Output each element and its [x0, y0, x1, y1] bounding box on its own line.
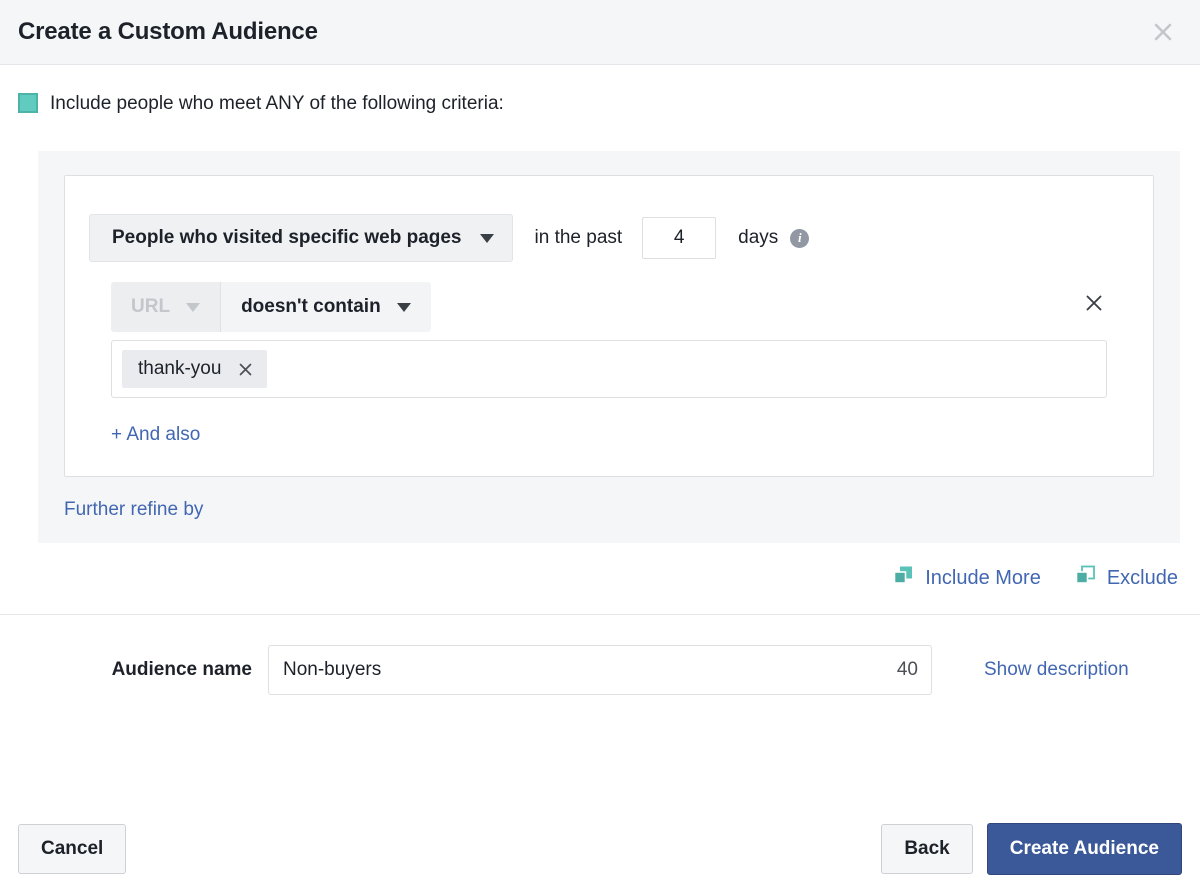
operator-dropdown-label: doesn't contain	[241, 296, 381, 318]
two-squares-filled-icon	[893, 565, 914, 592]
close-icon[interactable]	[1146, 15, 1180, 49]
audience-name-label: Audience name	[0, 659, 268, 681]
page-title: Create a Custom Audience	[18, 18, 318, 46]
timeframe-suffix-label: days	[738, 227, 778, 249]
value-token: thank-you	[122, 350, 267, 388]
exclude-label: Exclude	[1107, 567, 1178, 590]
field-dropdown-label: URL	[131, 296, 170, 318]
two-squares-outline-icon	[1075, 565, 1096, 592]
include-more-button[interactable]: Include More	[893, 565, 1041, 592]
show-description-link[interactable]: Show description	[984, 659, 1129, 681]
chevron-down-icon	[480, 234, 494, 243]
timeframe-prefix-label: in the past	[535, 227, 623, 249]
dialog-footer: Cancel Back Create Audience	[0, 814, 1200, 894]
include-more-label: Include More	[925, 567, 1041, 590]
source-dropdown[interactable]: People who visited specific web pages	[89, 214, 513, 262]
rule-top-row: People who visited specific web pages in…	[65, 214, 1153, 262]
url-value-input[interactable]: thank-you	[111, 340, 1107, 398]
criteria-group-panel: People who visited specific web pages in…	[38, 151, 1180, 543]
create-custom-audience-dialog: Create a Custom Audience Include people …	[0, 0, 1200, 894]
value-token-label: thank-you	[138, 358, 221, 380]
audience-name-input-wrapper: 40	[268, 645, 932, 695]
footer-primary-actions: Back Create Audience	[881, 823, 1182, 875]
delete-condition-icon[interactable]	[1081, 290, 1107, 316]
audience-name-input[interactable]	[268, 645, 932, 695]
days-input[interactable]	[642, 217, 716, 259]
dialog-body: Include people who meet ANY of the follo…	[0, 65, 1200, 814]
chevron-down-icon	[397, 303, 411, 312]
add-condition-link[interactable]: + And also	[111, 424, 200, 446]
criteria-header: Include people who meet ANY of the follo…	[0, 65, 1200, 113]
source-dropdown-label: People who visited specific web pages	[112, 227, 462, 249]
criteria-header-label: Include people who meet ANY of the follo…	[50, 94, 504, 113]
info-icon[interactable]: i	[790, 229, 809, 248]
dialog-header: Create a Custom Audience	[0, 0, 1200, 65]
condition-row: URL doesn't contain	[65, 262, 1153, 332]
create-audience-button[interactable]: Create Audience	[987, 823, 1182, 875]
condition-dropdown-group: URL doesn't contain	[111, 282, 431, 332]
remove-token-icon[interactable]	[237, 361, 254, 378]
audience-name-section: Audience name 40 Show description	[0, 614, 1200, 695]
include-exclude-row: Include More Exclude	[0, 543, 1200, 592]
further-refine-link[interactable]: Further refine by	[64, 499, 203, 521]
operator-dropdown[interactable]: doesn't contain	[221, 282, 431, 332]
exclude-button[interactable]: Exclude	[1075, 565, 1178, 592]
field-dropdown[interactable]: URL	[111, 282, 221, 332]
cancel-button[interactable]: Cancel	[18, 824, 126, 874]
back-button[interactable]: Back	[881, 824, 972, 874]
green-square-icon	[18, 93, 38, 113]
chevron-down-icon	[186, 303, 200, 312]
rule-box: People who visited specific web pages in…	[64, 175, 1154, 477]
